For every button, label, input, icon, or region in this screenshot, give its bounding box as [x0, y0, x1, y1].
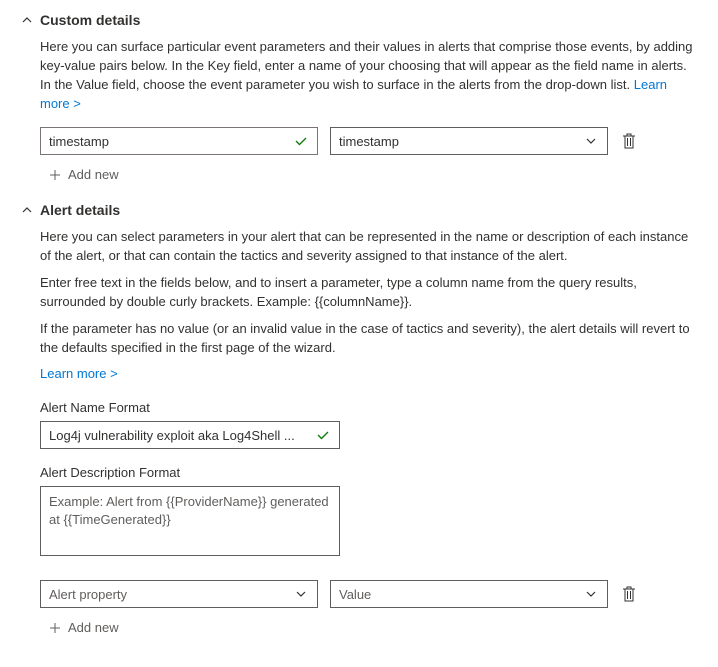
chevron-down-icon — [583, 586, 599, 602]
custom-details-body: Here you can surface particular event pa… — [40, 38, 698, 182]
custom-details-description-text: Here you can surface particular event pa… — [40, 39, 693, 92]
alert-details-description1: Here you can select parameters in your a… — [40, 228, 698, 266]
chevron-up-icon — [20, 13, 34, 27]
chevron-down-icon — [583, 133, 599, 149]
value-dropdown[interactable]: timestamp — [330, 127, 608, 155]
custom-details-section: Custom details Here you can surface part… — [20, 12, 698, 182]
custom-details-description: Here you can surface particular event pa… — [40, 38, 698, 113]
alert-details-add-new-button[interactable]: Add new — [48, 620, 698, 635]
alert-details-title: Alert details — [40, 202, 120, 218]
alert-name-format-input[interactable]: Log4j vulnerability exploit aka Log4Shel… — [40, 421, 340, 449]
alert-property-dropdown[interactable]: Alert property — [40, 580, 318, 608]
alert-details-header[interactable]: Alert details — [20, 202, 698, 218]
key-input[interactable]: timestamp — [40, 127, 318, 155]
alert-description-format-placeholder: Example: Alert from {{ProviderName}} gen… — [49, 494, 329, 527]
alert-value-dropdown[interactable]: Value — [330, 580, 608, 608]
plus-icon — [48, 168, 62, 182]
alert-description-format-input[interactable]: Example: Alert from {{ProviderName}} gen… — [40, 486, 340, 556]
check-icon — [293, 133, 309, 149]
custom-details-row: timestamp timestamp — [40, 127, 698, 155]
delete-row-button[interactable] — [620, 132, 638, 150]
alert-details-add-new-label: Add new — [68, 620, 119, 635]
chevron-down-icon — [293, 586, 309, 602]
alert-details-description3: If the parameter has no value (or an inv… — [40, 320, 698, 358]
alert-details-learn-more-link[interactable]: Learn more > — [40, 366, 118, 381]
alert-property-placeholder: Alert property — [49, 587, 293, 602]
delete-row-button[interactable] — [620, 585, 638, 603]
value-dropdown-value: timestamp — [339, 134, 583, 149]
alert-name-format-label: Alert Name Format — [40, 400, 698, 415]
custom-details-header[interactable]: Custom details — [20, 12, 698, 28]
alert-description-format-label: Alert Description Format — [40, 465, 698, 480]
alert-details-body: Here you can select parameters in your a… — [40, 228, 698, 635]
custom-details-add-new-button[interactable]: Add new — [48, 167, 698, 182]
alert-name-format-value: Log4j vulnerability exploit aka Log4Shel… — [49, 428, 315, 443]
key-input-value: timestamp — [49, 134, 293, 149]
plus-icon — [48, 621, 62, 635]
alert-details-description2: Enter free text in the fields below, and… — [40, 274, 698, 312]
alert-details-section: Alert details Here you can select parame… — [20, 202, 698, 635]
alert-value-placeholder: Value — [339, 587, 583, 602]
custom-details-add-new-label: Add new — [68, 167, 119, 182]
alert-property-row: Alert property Value — [40, 580, 698, 608]
check-icon — [315, 427, 331, 443]
chevron-up-icon — [20, 203, 34, 217]
custom-details-title: Custom details — [40, 12, 140, 28]
